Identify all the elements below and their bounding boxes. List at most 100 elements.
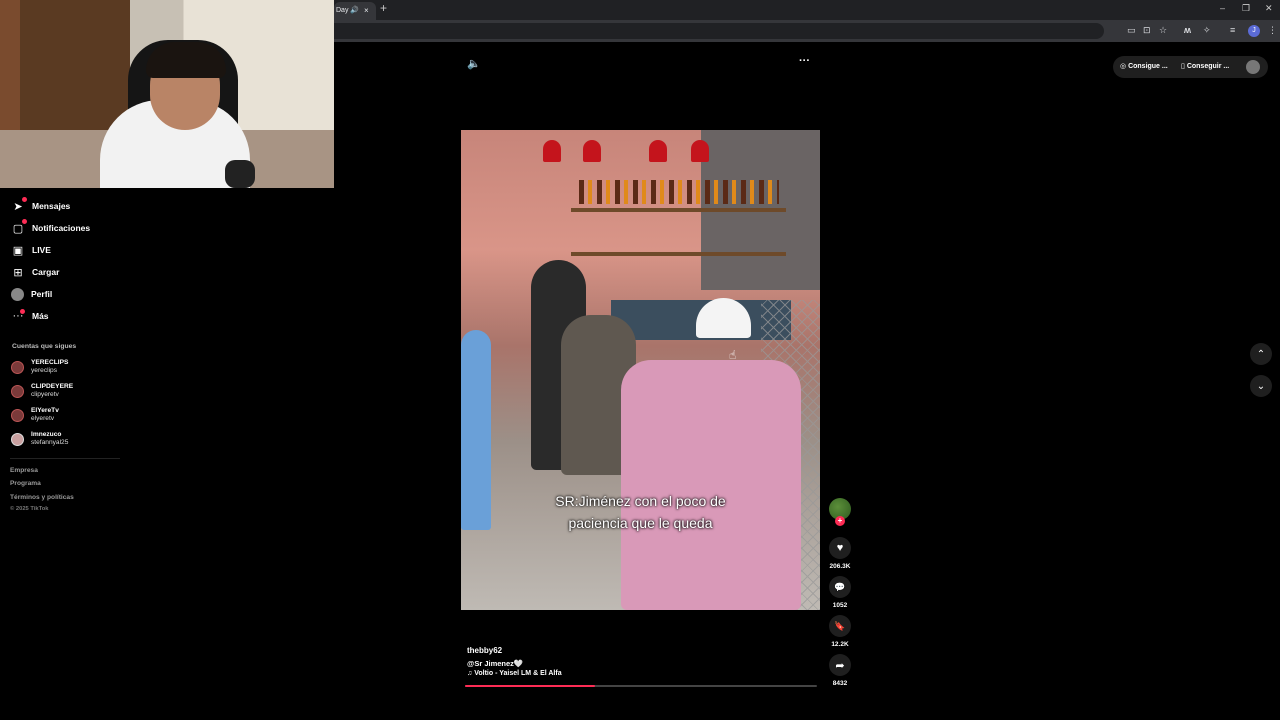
heart-icon: ♥ xyxy=(836,542,844,554)
account-handle: stefannyal25 xyxy=(31,439,69,446)
video-scene-person xyxy=(621,360,801,610)
footer-link-programa[interactable]: Programa xyxy=(10,480,41,487)
footer-link-empresa[interactable]: Empresa xyxy=(10,467,38,474)
following-account[interactable]: Imnezuco stefannyal25 xyxy=(11,431,68,447)
cast-icon[interactable]: ▭ xyxy=(1127,25,1136,36)
account-name: CLIPDEYERE xyxy=(31,383,74,390)
webcam-microphone xyxy=(225,160,255,188)
profile-avatar-icon xyxy=(11,287,24,301)
account-avatar xyxy=(11,360,24,374)
account-name: ElYereTv xyxy=(31,407,59,414)
sidebar-item-notificaciones[interactable]: ▢ Notificaciones xyxy=(11,219,90,236)
sidebar-item-live[interactable]: ▣ LIVE xyxy=(11,242,51,258)
video-progress-bar[interactable] xyxy=(465,685,817,687)
webcam-background-door xyxy=(20,0,130,130)
extension-m-icon[interactable]: ʍ xyxy=(1184,25,1191,35)
account-handle: yereclips xyxy=(31,367,58,374)
sidebar-item-cargar[interactable]: ⊞ Cargar xyxy=(11,264,59,280)
following-account[interactable]: YERECLIPS yereclips xyxy=(11,359,68,375)
comment-count: 1052 xyxy=(832,602,848,609)
volume-icon[interactable]: 🔈 xyxy=(467,57,481,70)
account-name: Imnezuco xyxy=(31,431,62,438)
video-player[interactable]: SR:Jiménez con el poco de paciencia que … xyxy=(461,130,820,610)
like-button[interactable]: ♥ xyxy=(829,537,851,559)
video-scene-lamp xyxy=(649,140,667,162)
inbox-icon: ▢ xyxy=(11,219,27,235)
chevron-up-icon: ⌃ xyxy=(1256,348,1266,360)
video-music[interactable]: ♫ Voltio - Yaisel LM & El Alfa xyxy=(467,670,562,677)
follow-plus-icon[interactable]: + xyxy=(835,516,845,526)
menu-dots-icon[interactable]: ⋮ xyxy=(1268,25,1277,36)
browser-tab[interactable]: Day 🔊 × xyxy=(334,2,376,20)
sidebar-divider xyxy=(10,458,120,459)
video-scene-shelf xyxy=(571,208,786,212)
send-icon: ➤ xyxy=(11,197,27,213)
address-bar[interactable] xyxy=(334,23,1104,39)
video-caption-line: SR:Jiménez con el poco de xyxy=(555,493,726,509)
like-count: 206.3K xyxy=(829,563,851,570)
account-name: YERECLIPS xyxy=(31,359,69,366)
video-description: @Sr Jimenez🤍 xyxy=(467,659,524,668)
share-button[interactable]: ➦ xyxy=(829,654,851,676)
sidebar-item-mensajes[interactable]: ➤ Mensajes xyxy=(11,197,71,214)
sidebar: ➤ Mensajes ▢ Notificaciones ▣ LIVE ⊞ Car… xyxy=(0,188,130,720)
new-tab-icon[interactable]: + xyxy=(380,1,387,15)
tab-speaker-icon[interactable]: 🔊 xyxy=(350,2,359,20)
comment-button[interactable]: 💬 xyxy=(829,576,851,598)
sidebar-item-mas[interactable]: ··· Más xyxy=(11,308,49,324)
video-caption: SR:Jiménez con el poco de paciencia que … xyxy=(461,490,820,534)
get-app-pill-group: ◎ Consigue ... ▯ Conseguir ... xyxy=(1113,56,1268,78)
webcam-person-hair xyxy=(146,42,226,78)
tab-search-icon[interactable]: ≡ xyxy=(1230,25,1235,35)
sidebar-item-label: Mensajes xyxy=(32,201,71,211)
webcam-overlay xyxy=(0,0,334,188)
maximize-icon[interactable]: ❐ xyxy=(1242,3,1250,14)
account-avatar xyxy=(11,384,24,398)
copyright: © 2025 TikTok xyxy=(10,506,49,512)
video-scene-lamp xyxy=(583,140,601,162)
puzzle-icon[interactable]: ✧ xyxy=(1203,25,1211,36)
save-button[interactable]: 🔖 xyxy=(829,615,851,637)
following-account[interactable]: ElYereTv elyeretv xyxy=(11,407,59,423)
sidebar-item-label: Más xyxy=(32,311,49,321)
browser-toolbar: ▭ ⊡ ☆ ʍ ✧ ≡ J ⋮ xyxy=(334,20,1280,42)
next-video-button[interactable]: ⌄ xyxy=(1250,375,1272,397)
get-app-button[interactable]: ▯ Conseguir ... xyxy=(1181,56,1229,78)
get-app-label: Conseguir ... xyxy=(1186,63,1230,70)
tab-close-icon[interactable]: × xyxy=(364,2,369,20)
video-scene-shelf xyxy=(571,252,786,256)
translate-icon[interactable]: ⊡ xyxy=(1143,25,1151,36)
minimize-icon[interactable]: – xyxy=(1220,3,1225,13)
sidebar-item-label: LIVE xyxy=(32,245,51,255)
live-tv-icon: ▣ xyxy=(12,244,24,257)
following-account[interactable]: CLIPDEYERE clipyeretv xyxy=(11,383,73,399)
account-handle: clipyeretv xyxy=(31,391,59,398)
user-avatar[interactable] xyxy=(1246,60,1260,74)
save-count: 12.2K xyxy=(831,641,849,648)
coin-icon: ◎ xyxy=(1120,63,1127,70)
previous-video-button[interactable]: ⌃ xyxy=(1250,343,1272,365)
video-caption-line: paciencia que le queda xyxy=(568,515,713,531)
get-coins-button[interactable]: ◎ Consigue ... xyxy=(1120,56,1168,78)
share-count: 8432 xyxy=(832,680,848,687)
star-icon[interactable]: ☆ xyxy=(1159,25,1167,36)
more-options-icon[interactable]: ··· xyxy=(799,55,810,67)
sidebar-item-perfil[interactable]: Perfil xyxy=(11,286,52,302)
footer-link-terminos[interactable]: Términos y políticas xyxy=(10,494,74,501)
video-scene-lamp xyxy=(543,140,561,162)
video-progress-fill xyxy=(465,685,596,687)
chevron-down-icon: ⌄ xyxy=(1256,380,1266,392)
video-scene-lamp xyxy=(691,140,709,162)
comment-icon: 💬 xyxy=(834,581,846,592)
more-dots-icon: ··· xyxy=(12,309,25,322)
phone-icon: ▯ xyxy=(1181,63,1185,70)
following-section-title: Cuentas que sigues xyxy=(12,343,77,350)
account-handle: elyeretv xyxy=(31,415,55,422)
video-author[interactable]: thebby62 xyxy=(467,646,502,655)
account-avatar xyxy=(11,408,24,422)
profile-icon[interactable]: J xyxy=(1248,25,1260,37)
share-icon: ➦ xyxy=(835,659,845,672)
video-scene-bottles xyxy=(579,180,779,204)
close-window-icon[interactable]: ✕ xyxy=(1265,3,1273,14)
music-note-icon: ♫ xyxy=(467,670,473,677)
